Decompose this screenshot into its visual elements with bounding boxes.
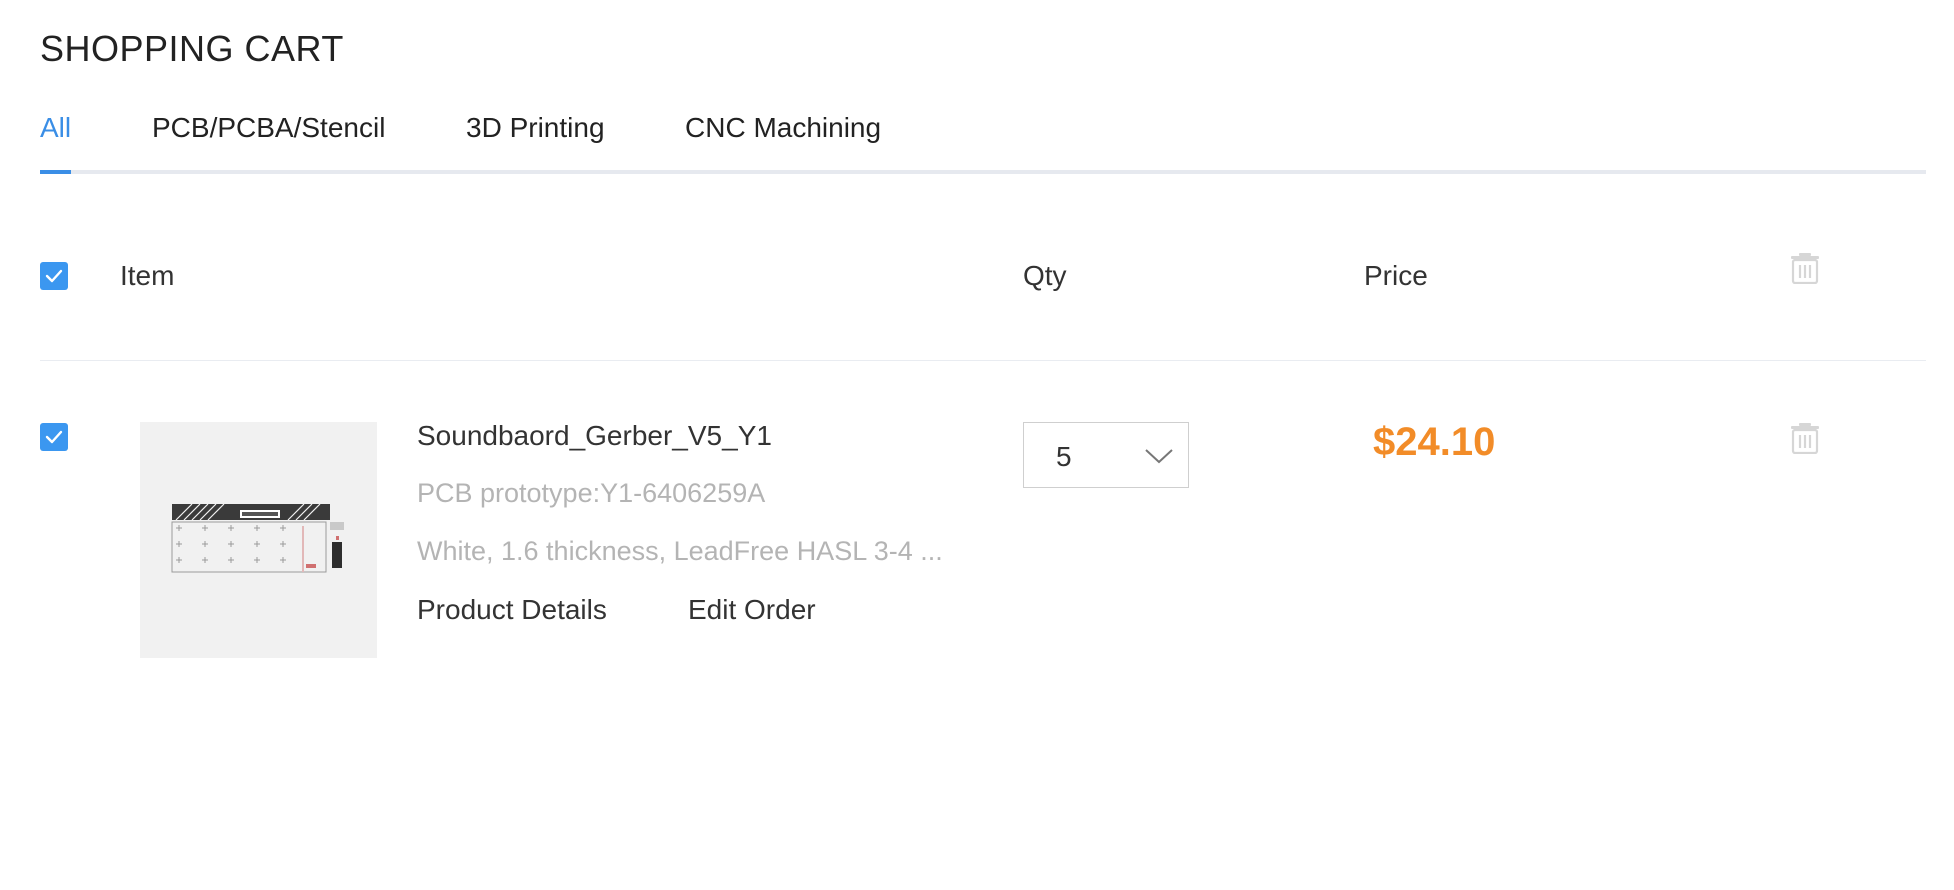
category-tabs: All PCB/PCBA/Stencil 3D Printing CNC Mac… — [40, 112, 1926, 174]
header-divider — [40, 360, 1926, 361]
item-order-number: PCB prototype:Y1-6406259A — [417, 478, 766, 508]
quantity-value: 5 — [1056, 441, 1072, 472]
tab-pcb-pcba-stencil[interactable]: PCB/PCBA/Stencil — [152, 112, 385, 170]
page-title: SHOPPING CART — [40, 28, 344, 69]
item-specifications: White, 1.6 thickness, LeadFree HASL 3-4 … — [417, 536, 943, 566]
pcb-thumbnail-image — [140, 422, 377, 658]
item-column-header: Item — [120, 260, 175, 291]
delete-selected-trash-icon[interactable] — [1790, 252, 1820, 289]
tab-cnc-machining[interactable]: CNC Machining — [685, 112, 881, 170]
checkmark-icon — [45, 269, 63, 283]
price-column-header: Price — [1364, 260, 1428, 291]
select-all-checkbox[interactable] — [40, 262, 68, 290]
product-details-link[interactable]: Product Details — [417, 594, 607, 626]
item-price: $24.10 — [1373, 420, 1496, 464]
delete-item-trash-icon[interactable] — [1790, 422, 1820, 459]
checkmark-icon — [45, 430, 63, 444]
tab-all[interactable]: All — [40, 112, 72, 174]
item-checkbox[interactable] — [40, 423, 68, 451]
tab-3d-printing[interactable]: 3D Printing — [466, 112, 605, 170]
edit-order-link[interactable]: Edit Order — [688, 594, 816, 626]
item-name: Soundbaord_Gerber_V5_Y1 — [417, 420, 772, 451]
quantity-select[interactable]: 5 — [1023, 422, 1189, 488]
qty-column-header: Qty — [1023, 260, 1067, 291]
chevron-down-icon — [1145, 449, 1173, 464]
